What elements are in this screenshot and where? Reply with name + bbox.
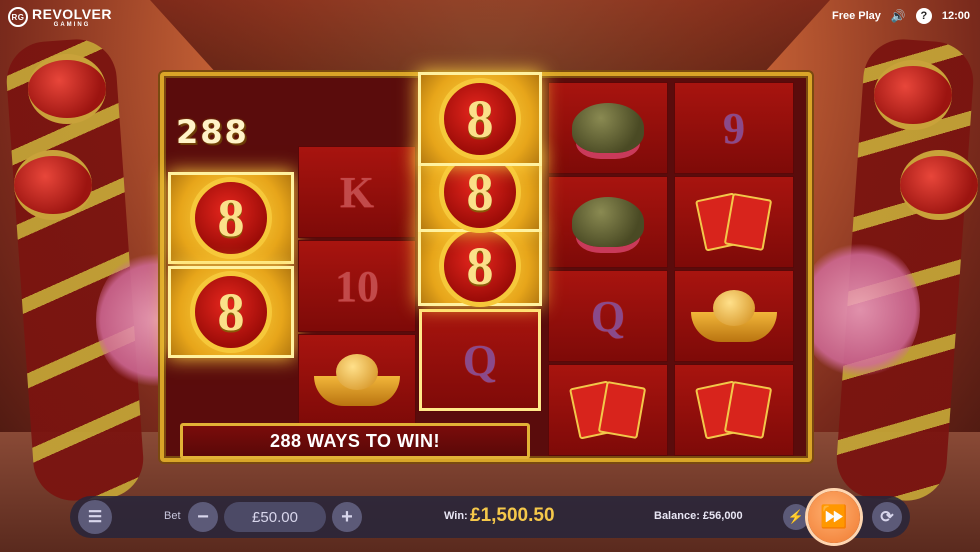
- reel-cell: 10: [298, 240, 416, 332]
- lantern-icon: [28, 54, 106, 124]
- gold-ingot-icon: [314, 354, 400, 406]
- lantern-icon: [14, 150, 92, 220]
- money-toad-icon: [572, 103, 644, 153]
- reel-5: 9: [674, 82, 794, 458]
- clock: 12:00: [941, 10, 970, 22]
- top-status-bar: Free Play 🔊 ? 12:00: [832, 8, 970, 24]
- lucky-8-symbol: 8: [190, 177, 272, 259]
- reel-cell: [674, 270, 794, 362]
- autoplay-icon[interactable]: ⟳: [872, 502, 902, 532]
- lucky-8-symbol: 8: [439, 225, 521, 307]
- reel-cell: 8: [168, 266, 294, 358]
- brand-logo: RG REVOLVER GAMING: [8, 6, 112, 28]
- reel-cell: 8: [418, 72, 542, 166]
- reel-cell: K: [298, 146, 416, 238]
- spin-button[interactable]: ⏩: [808, 491, 860, 543]
- reel-cell: [298, 334, 416, 426]
- nine-symbol: 9: [723, 103, 745, 153]
- q-symbol: Q: [590, 291, 626, 341]
- win-label: Win:: [444, 510, 468, 522]
- bet-label: Bet: [164, 510, 181, 522]
- increase-bet-button[interactable]: +: [332, 502, 362, 532]
- brand-name: REVOLVER: [32, 6, 112, 22]
- money-toad-icon: [572, 197, 644, 247]
- reel-cell: 8: [168, 172, 294, 264]
- reel-4: Q: [548, 82, 668, 458]
- menu-button[interactable]: ☰: [78, 500, 112, 534]
- help-icon[interactable]: ?: [915, 8, 932, 24]
- logo-badge: RG: [8, 7, 28, 27]
- lucky-8-symbol: 8: [439, 78, 521, 160]
- reel-1: 8 8: [168, 172, 294, 360]
- balance-display: Balance: £56,000: [654, 510, 743, 522]
- lantern-icon: [874, 60, 952, 130]
- reel-cell: [548, 364, 668, 456]
- reel-cell: [548, 82, 668, 174]
- cherry-blossom: [800, 240, 920, 380]
- ten-symbol: 10: [335, 261, 379, 311]
- red-envelope-icon: [568, 380, 648, 440]
- ways-counter: 288: [176, 113, 249, 151]
- reel-cell: 9: [674, 82, 794, 174]
- red-envelope-icon: [694, 192, 774, 252]
- reel-cell: Q: [418, 308, 542, 412]
- lucky-8-symbol: 8: [190, 271, 272, 353]
- reel-cell: [674, 364, 794, 456]
- gold-ingot-icon: [691, 290, 777, 342]
- reel-cell: [674, 176, 794, 268]
- turbo-icon[interactable]: ⚡: [783, 504, 809, 530]
- reel-3: 8 8 8 Q: [418, 72, 542, 414]
- decrease-bet-button[interactable]: −: [188, 502, 218, 532]
- q-symbol: Q: [462, 335, 498, 385]
- k-symbol: K: [339, 167, 375, 217]
- bet-amount[interactable]: £50.00: [224, 502, 326, 532]
- ways-to-win-banner: 288 WAYS TO WIN!: [180, 423, 530, 459]
- brand-subtitle: GAMING: [53, 22, 91, 28]
- reel-cell: [548, 176, 668, 268]
- reel-2: K 10: [298, 146, 416, 428]
- free-play-label: Free Play: [831, 10, 881, 22]
- red-envelope-icon: [694, 380, 774, 440]
- reel-cell: 8: [418, 225, 542, 307]
- reel-cell: Q: [548, 270, 668, 362]
- win-amount: £1,500.50: [470, 505, 555, 526]
- lantern-icon: [900, 150, 978, 220]
- speaker-icon[interactable]: 🔊: [891, 9, 906, 23]
